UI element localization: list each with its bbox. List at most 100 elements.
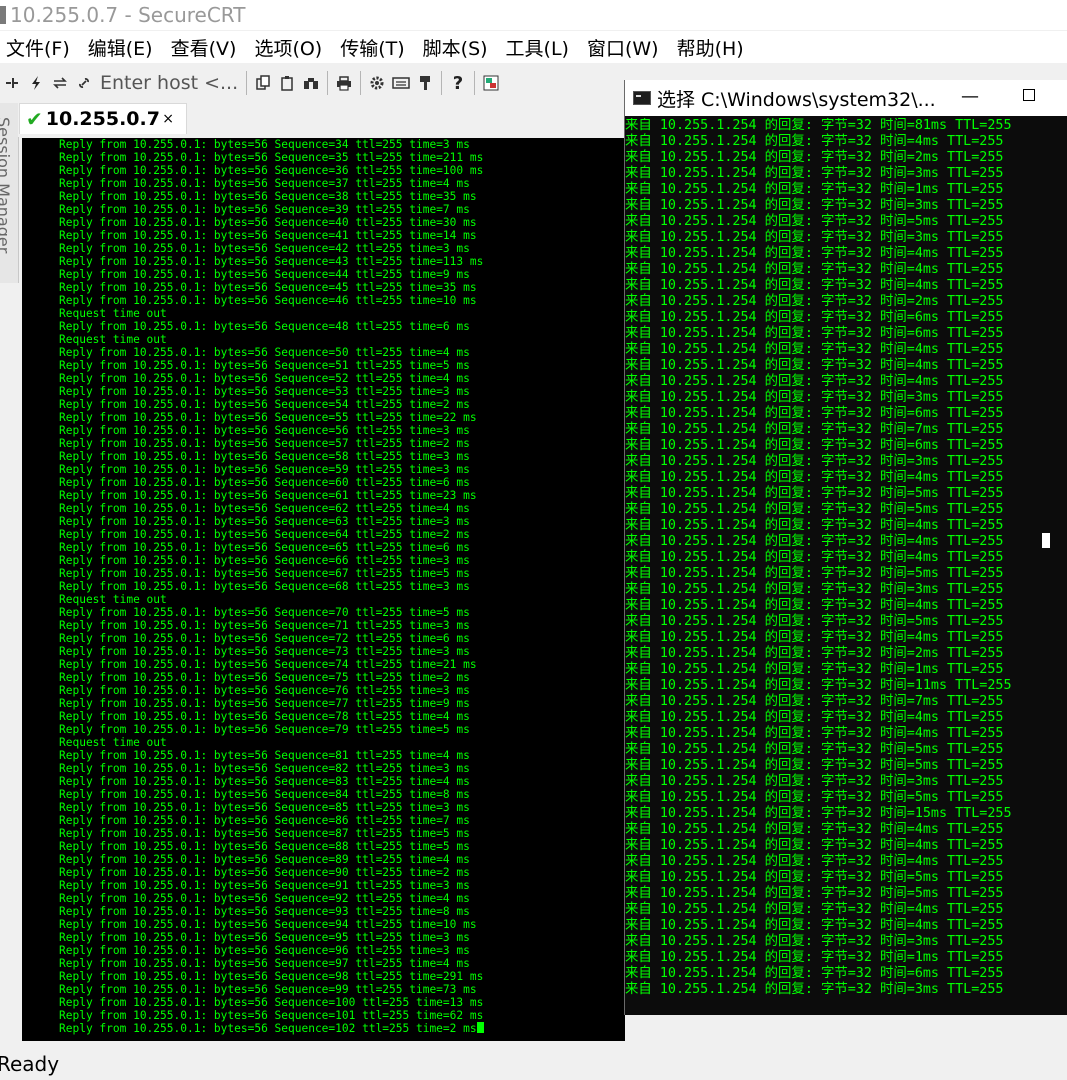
terminal-line-text: Reply from 10.255.0.1: bytes=56 Sequence… — [59, 229, 477, 242]
copy-icon[interactable] — [252, 72, 274, 94]
keyboard-icon[interactable] — [390, 72, 412, 94]
menu-transfer[interactable]: 传输(T) — [332, 34, 412, 61]
terminal-line-text: Request time out — [59, 736, 167, 749]
cmd-line: 来自 10.255.1.254 的回复: 字节=32 时间=1ms TTL=25… — [625, 950, 1004, 965]
scrollbar-thumb[interactable] — [1042, 533, 1050, 548]
cmd-line: 来自 10.255.1.254 的回复: 字节=32 时间=4ms TTL=25… — [625, 710, 1004, 725]
terminal-line: Reply from 10.255.0.1: bytes=56 Sequence… — [59, 775, 484, 788]
terminal-line-text: Reply from 10.255.0.1: bytes=56 Sequence… — [59, 775, 470, 788]
cmd-line: 来自 10.255.1.254 的回复: 字节=32 时间=7ms TTL=25… — [625, 422, 1004, 437]
session-manager-label: Session Manager — [0, 117, 13, 254]
cmd-line: 来自 10.255.1.254 的回复: 字节=32 时间=4ms TTL=25… — [625, 598, 1004, 613]
terminal-output[interactable]: Reply from 10.255.0.1: bytes=56 Sequence… — [22, 138, 625, 1041]
tab-label: 10.255.0.7 — [45, 108, 160, 130]
terminal-line: Reply from 10.255.0.1: bytes=56 Sequence… — [59, 632, 484, 645]
terminal-line-text: Reply from 10.255.0.1: bytes=56 Sequence… — [59, 567, 470, 580]
cmd-line: 来自 10.255.1.254 的回复: 字节=32 时间=4ms TTL=25… — [625, 854, 1004, 869]
terminal-line: Reply from 10.255.0.1: bytes=56 Sequence… — [59, 658, 484, 671]
terminal-line: Reply from 10.255.0.1: bytes=56 Sequence… — [59, 866, 484, 879]
terminal-line-text: Reply from 10.255.0.1: bytes=56 Sequence… — [59, 372, 470, 385]
terminal-line: Reply from 10.255.0.1: bytes=56 Sequence… — [59, 905, 484, 918]
terminal-line-text: Reply from 10.255.0.1: bytes=56 Sequence… — [59, 463, 470, 476]
terminal-line-text: Reply from 10.255.0.1: bytes=56 Sequence… — [59, 632, 470, 645]
terminal-line-text: Reply from 10.255.0.1: bytes=56 Sequence… — [59, 931, 470, 944]
terminal-line-text: Reply from 10.255.0.1: bytes=56 Sequence… — [59, 814, 470, 827]
menu-script[interactable]: 脚本(S) — [415, 34, 496, 61]
tab-session[interactable]: ✔ 10.255.0.7 × — [19, 103, 187, 134]
terminal-line: Reply from 10.255.0.1: bytes=56 Sequence… — [59, 255, 484, 268]
terminal-line-text: Reply from 10.255.0.1: bytes=56 Sequence… — [59, 190, 477, 203]
print-icon[interactable] — [333, 72, 355, 94]
terminal-line-text: Reply from 10.255.0.1: bytes=56 Sequence… — [59, 411, 477, 424]
terminal-line: Reply from 10.255.0.1: bytes=56 Sequence… — [59, 970, 484, 983]
connected-check-icon: ✔ — [26, 107, 43, 131]
cmd-line: 来自 10.255.1.254 的回复: 字节=32 时间=11ms TTL=2… — [625, 678, 1012, 693]
terminal-line-text: Reply from 10.255.0.1: bytes=56 Sequence… — [59, 177, 470, 190]
link-icon[interactable] — [73, 72, 95, 94]
terminal-lines: Reply from 10.255.0.1: bytes=56 Sequence… — [59, 138, 484, 1035]
terminal-line-text: Request time out — [59, 593, 167, 606]
terminal-line: Reply from 10.255.0.1: bytes=56 Sequence… — [59, 580, 484, 593]
terminal-line: Request time out — [59, 333, 484, 346]
cmd-line: 来自 10.255.1.254 的回复: 字节=32 时间=5ms TTL=25… — [625, 870, 1004, 885]
cmd-line: 来自 10.255.1.254 的回复: 字节=32 时间=4ms TTL=25… — [625, 278, 1004, 293]
terminal-line: Reply from 10.255.0.1: bytes=56 Sequence… — [59, 242, 484, 255]
terminal-line-text: Reply from 10.255.0.1: bytes=56 Sequence… — [59, 216, 477, 229]
terminal-line: Reply from 10.255.0.1: bytes=56 Sequence… — [59, 268, 484, 281]
minimize-button[interactable]: — — [961, 86, 979, 107]
cmd-title-bar[interactable]: 选择 C:\Windows\system32\... — — [625, 80, 1067, 116]
gear-icon[interactable] — [366, 72, 388, 94]
terminal-line-text: Reply from 10.255.0.1: bytes=56 Sequence… — [59, 697, 470, 710]
menu-tools[interactable]: 工具(L) — [498, 34, 577, 61]
cmd-line: 来自 10.255.1.254 的回复: 字节=32 时间=3ms TTL=25… — [625, 934, 1004, 949]
terminal-line-text: Reply from 10.255.0.1: bytes=56 Sequence… — [59, 723, 470, 736]
console-icon — [633, 91, 651, 105]
paste-icon[interactable] — [276, 72, 298, 94]
help-icon[interactable]: ? — [447, 72, 469, 94]
cmd-line: 来自 10.255.1.254 的回复: 字节=32 时间=4ms TTL=25… — [625, 358, 1004, 373]
cmd-line: 来自 10.255.1.254 的回复: 字节=32 时间=5ms TTL=25… — [625, 758, 1004, 773]
menu-window[interactable]: 窗口(W) — [579, 34, 667, 61]
quick-connect-icon[interactable] — [25, 72, 47, 94]
menu-options[interactable]: 选项(O) — [246, 34, 330, 61]
terminal-line-text: Reply from 10.255.0.1: bytes=56 Sequence… — [59, 294, 477, 307]
terminal-line-text: Reply from 10.255.0.1: bytes=56 Sequence… — [59, 671, 470, 684]
menu-edit[interactable]: 编辑(E) — [80, 34, 161, 61]
terminal-line: Reply from 10.255.0.1: bytes=56 Sequence… — [59, 892, 484, 905]
cmd-window[interactable]: 选择 C:\Windows\system32\... — 来自 10.255.1… — [624, 80, 1067, 1015]
cmd-line: 来自 10.255.1.254 的回复: 字节=32 时间=5ms TTL=25… — [625, 614, 1004, 629]
maximize-button[interactable] — [1023, 89, 1035, 101]
terminal-line: Reply from 10.255.0.1: bytes=56 Sequence… — [59, 567, 484, 580]
reconnect-icon[interactable] — [49, 72, 71, 94]
find-icon[interactable] — [300, 72, 322, 94]
menu-file[interactable]: 文件(F) — [0, 34, 78, 61]
terminal-line: Reply from 10.255.0.1: bytes=56 Sequence… — [59, 762, 484, 775]
cmd-line: 来自 10.255.1.254 的回复: 字节=32 时间=5ms TTL=25… — [625, 486, 1004, 501]
menu-help[interactable]: 帮助(H) — [669, 34, 752, 61]
terminal-line-text: Reply from 10.255.0.1: bytes=56 Sequence… — [59, 762, 470, 775]
terminal-line: Reply from 10.255.0.1: bytes=56 Sequence… — [59, 216, 484, 229]
host-input[interactable] — [96, 71, 242, 95]
cmd-line: 来自 10.255.1.254 的回复: 字节=32 时间=4ms TTL=25… — [625, 630, 1004, 645]
terminal-line: Reply from 10.255.0.1: bytes=56 Sequence… — [59, 476, 484, 489]
terminal-line: Reply from 10.255.0.1: bytes=56 Sequence… — [59, 385, 484, 398]
key-icon[interactable] — [414, 72, 436, 94]
session-manager-panel[interactable]: Session Manager — [0, 103, 19, 283]
terminal-line-text: Reply from 10.255.0.1: bytes=56 Sequence… — [59, 346, 470, 359]
terminal-line: Reply from 10.255.0.1: bytes=56 Sequence… — [59, 684, 484, 697]
cmd-line: 来自 10.255.1.254 的回复: 字节=32 时间=4ms TTL=25… — [625, 134, 1004, 149]
terminal-line-text: Reply from 10.255.0.1: bytes=56 Sequence… — [59, 944, 470, 957]
terminal-line: Reply from 10.255.0.1: bytes=56 Sequence… — [59, 463, 484, 476]
terminal-line-text: Reply from 10.255.0.1: bytes=56 Sequence… — [59, 684, 470, 697]
cmd-line: 来自 10.255.1.254 的回复: 字节=32 时间=4ms TTL=25… — [625, 838, 1004, 853]
cmd-line: 来自 10.255.1.254 的回复: 字节=32 时间=7ms TTL=25… — [625, 694, 1004, 709]
title-bar: 10.255.0.7 - SecureCRT — [0, 0, 1067, 30]
cmd-line: 来自 10.255.1.254 的回复: 字节=32 时间=5ms TTL=25… — [625, 214, 1004, 229]
menu-view[interactable]: 查看(V) — [163, 34, 245, 61]
status-bar: Ready — [0, 1047, 1067, 1080]
connect-icon[interactable] — [1, 72, 23, 94]
terminal-line-text: Reply from 10.255.0.1: bytes=56 Sequence… — [59, 164, 484, 177]
close-tab-icon[interactable]: × — [162, 111, 174, 127]
sftp-icon[interactable] — [480, 72, 502, 94]
terminal-line: Reply from 10.255.0.1: bytes=56 Sequence… — [59, 359, 484, 372]
